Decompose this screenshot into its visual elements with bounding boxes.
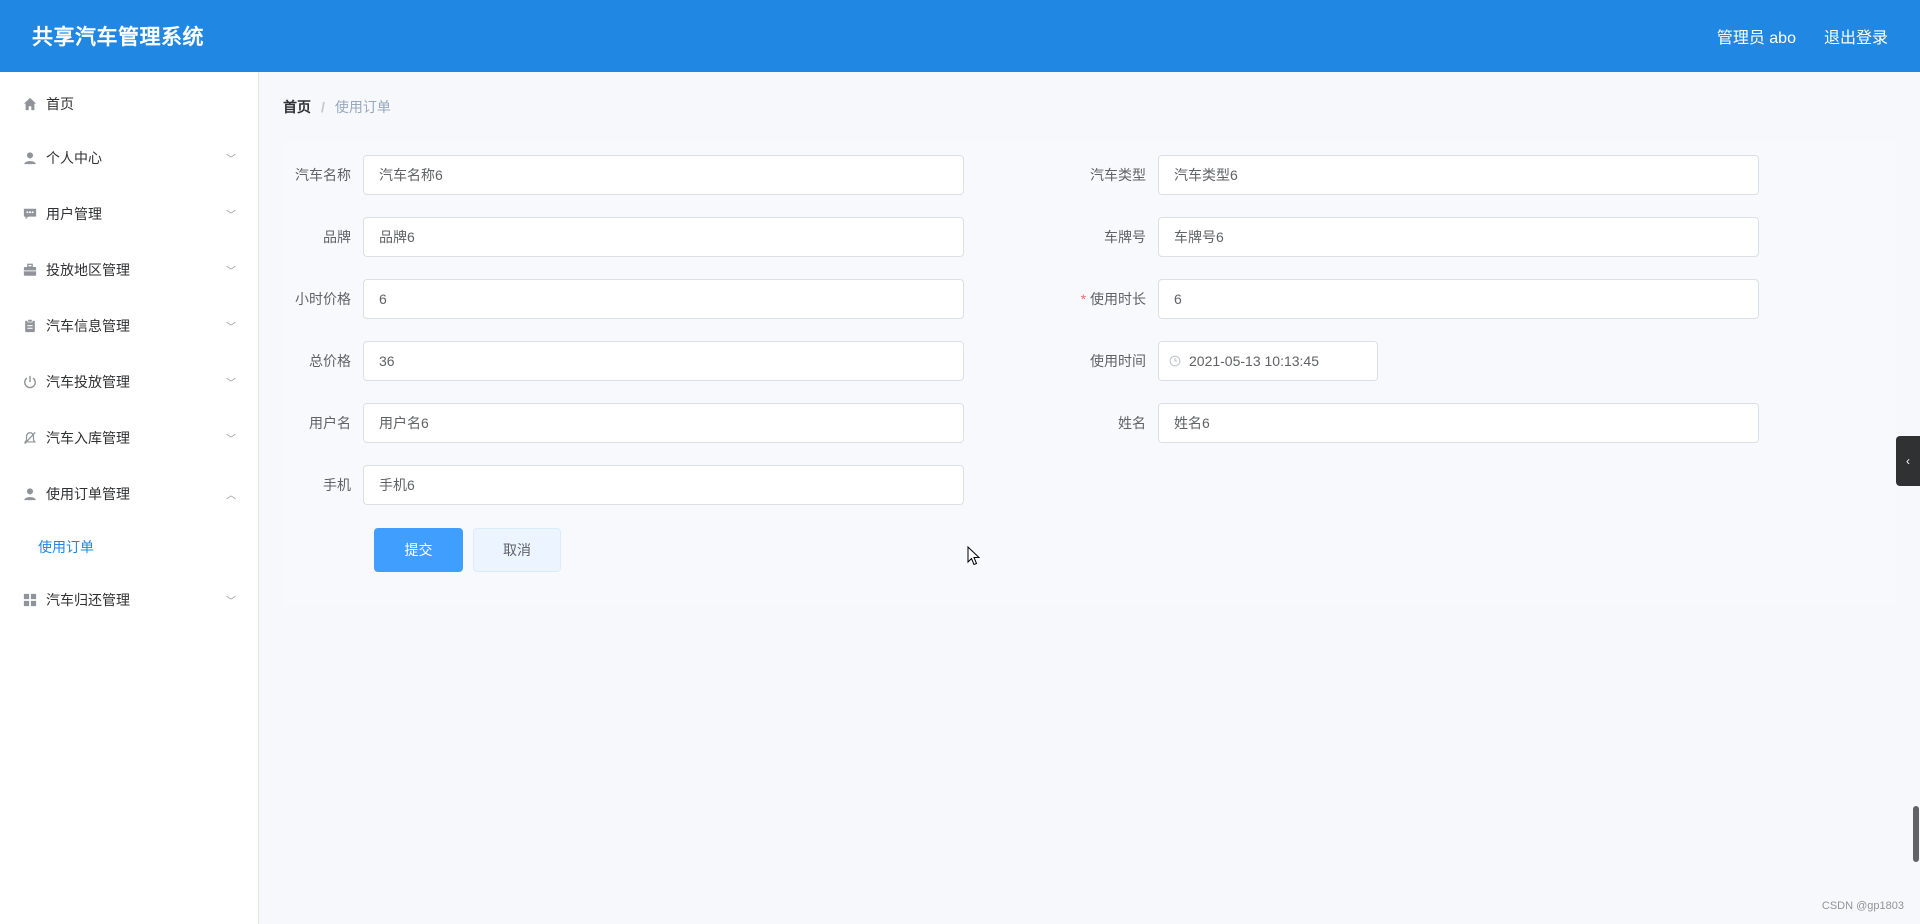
sidebar-item-region-management[interactable]: 投放地区管理 ﹀ (0, 242, 258, 298)
chevron-up-icon: ︿ (226, 490, 236, 502)
side-panel-toggle[interactable]: ‹ (1896, 436, 1920, 486)
use-time-picker[interactable]: 2021-05-13 10:13:45 (1158, 341, 1378, 381)
submit-button[interactable]: 提交 (374, 528, 463, 572)
home-icon (22, 96, 38, 112)
sidebar-item-label: 汽车投放管理 (46, 374, 130, 390)
sidebar-item-user-management[interactable]: 用户管理 ﹀ (0, 186, 258, 242)
form-row-brand: 品牌 (283, 217, 964, 257)
clock-icon (1169, 355, 1181, 367)
duration-input[interactable] (1158, 279, 1759, 319)
phone-label: 手机 (323, 477, 351, 493)
brand-label: 品牌 (323, 229, 351, 245)
clipboard-icon (22, 318, 38, 334)
form-row-name: 姓名 (1078, 403, 1759, 443)
sidebar-item-label: 汽车归还管理 (46, 592, 130, 608)
breadcrumb-current: 使用订单 (334, 99, 391, 115)
user-icon (22, 486, 38, 502)
sidebar-item-car-info[interactable]: 汽车信息管理 ﹀ (0, 298, 258, 354)
username-input[interactable] (363, 403, 964, 443)
car-name-input[interactable] (363, 155, 964, 195)
sidebar-item-order-management[interactable]: 使用订单管理 ︿ (0, 466, 258, 522)
chevron-down-icon: ﹀ (226, 154, 236, 166)
form-row-plate: 车牌号 (1078, 217, 1759, 257)
username-label: 用户名 (309, 415, 351, 431)
sidebar: 首页 个人中心 ﹀ 用户管理 ﹀ 投放地区管理 ﹀ 汽车信息管理 ﹀ 汽车投放管… (0, 72, 259, 924)
sidebar-item-car-storage[interactable]: 汽车入库管理 ﹀ (0, 410, 258, 466)
plate-input[interactable] (1158, 217, 1759, 257)
name-input[interactable] (1158, 403, 1759, 443)
chevron-down-icon: ﹀ (226, 322, 236, 334)
sidebar-subitem-label: 使用订单 (38, 539, 94, 555)
breadcrumb-home[interactable]: 首页 (283, 97, 311, 117)
form-row-use-time: 使用时间 2021-05-13 10:13:45 (1078, 341, 1378, 381)
car-type-label: 汽车类型 (1090, 167, 1146, 183)
user-icon (22, 150, 38, 166)
use-time-label: 使用时间 (1090, 353, 1146, 369)
chevron-down-icon: ﹀ (226, 210, 236, 222)
total-price-input[interactable] (363, 341, 964, 381)
breadcrumb-separator: / (321, 99, 325, 115)
app-title: 共享汽车管理系统 (32, 26, 204, 49)
breadcrumb: 首页 / 使用订单 (259, 72, 1920, 142)
logout-link[interactable]: 退出登录 (1824, 24, 1888, 48)
plate-label: 车牌号 (1104, 229, 1146, 245)
sidebar-item-personal-center[interactable]: 个人中心 ﹀ (0, 130, 258, 186)
grid-icon (22, 592, 38, 608)
power-icon (22, 374, 38, 390)
chat-icon (22, 206, 38, 222)
header-actions: 管理员 abo 退出登录 (1717, 24, 1888, 48)
car-type-input[interactable] (1158, 155, 1759, 195)
form-row-duration: 使用时长 (1078, 279, 1759, 319)
sidebar-subitem-usage-order[interactable]: 使用订单 (0, 522, 258, 572)
form-row-car-name: 汽车名称 (283, 155, 964, 195)
form-row-phone: 手机 (283, 465, 964, 505)
use-time-value: 2021-05-13 10:13:45 (1189, 353, 1319, 369)
chevron-down-icon: ﹀ (226, 378, 236, 390)
watermark: CSDN @gp1803 (1821, 900, 1904, 912)
chevron-down-icon: ﹀ (226, 434, 236, 446)
brand-input[interactable] (363, 217, 964, 257)
cancel-button[interactable]: 取消 (473, 528, 561, 572)
phone-input[interactable] (363, 465, 964, 505)
sidebar-item-label: 个人中心 (46, 150, 102, 166)
form-row-car-type: 汽车类型 (1078, 155, 1759, 195)
sidebar-item-label: 汽车信息管理 (46, 318, 130, 334)
hourly-price-input[interactable] (363, 279, 964, 319)
top-header: 共享汽车管理系统 管理员 abo 退出登录 (0, 0, 1920, 72)
sidebar-item-label: 投放地区管理 (46, 262, 130, 278)
sidebar-item-label: 用户管理 (46, 206, 102, 222)
form-row-username: 用户名 (283, 403, 964, 443)
sidebar-item-car-return[interactable]: 汽车归还管理 ﹀ (0, 572, 258, 628)
total-price-label: 总价格 (309, 353, 351, 369)
hourly-price-label: 小时价格 (295, 291, 351, 307)
duration-label: 使用时长 (1078, 289, 1158, 309)
sidebar-item-label: 使用订单管理 (46, 486, 130, 502)
sidebar-item-home[interactable]: 首页 (0, 78, 258, 130)
sidebar-item-label: 汽车入库管理 (46, 430, 130, 446)
chevron-down-icon: ﹀ (226, 266, 236, 278)
sidebar-item-label: 首页 (46, 96, 74, 112)
sidebar-item-car-deployment[interactable]: 汽车投放管理 ﹀ (0, 354, 258, 410)
scrollbar[interactable] (1913, 806, 1919, 862)
car-name-label: 汽车名称 (295, 167, 351, 183)
briefcase-icon (22, 262, 38, 278)
bell-off-icon (22, 430, 38, 446)
current-user-label[interactable]: 管理员 abo (1717, 24, 1796, 48)
name-label: 姓名 (1118, 415, 1146, 431)
chevron-down-icon: ﹀ (226, 596, 236, 608)
form-row-hourly-price: 小时价格 (283, 279, 964, 319)
mouse-pointer-icon (967, 545, 981, 571)
chevron-left-icon: ‹ (1906, 454, 1910, 468)
form-row-total-price: 总价格 (283, 341, 964, 381)
